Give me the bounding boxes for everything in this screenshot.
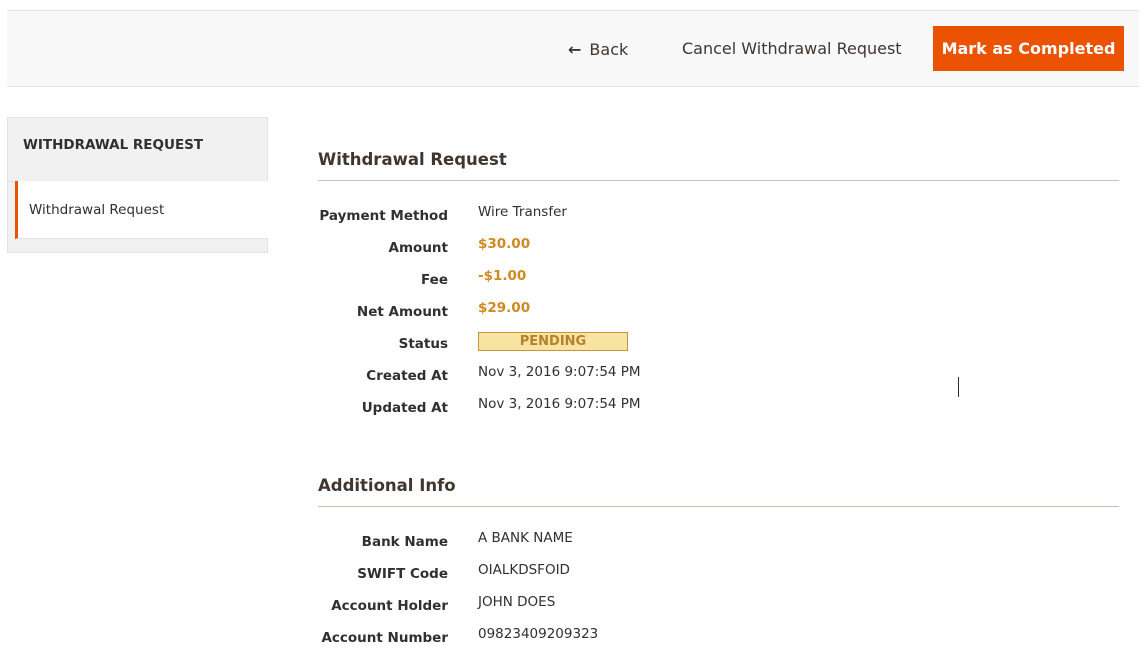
sidebar-title: WITHDRAWAL REQUEST bbox=[8, 118, 267, 182]
info-label: Net Amount bbox=[356, 304, 448, 320]
info-label: Account Number bbox=[321, 630, 448, 646]
info-value: OIALKDSFOID bbox=[478, 562, 570, 578]
mark-as-completed-button[interactable]: Mark as Completed bbox=[933, 26, 1124, 71]
info-value: Nov 3, 2016 9:07:54 PM bbox=[478, 396, 641, 412]
additional-info-section: Additional Info Bank Name A BANK NAME SW… bbox=[318, 476, 1119, 658]
info-row-bank-name: Bank Name A BANK NAME bbox=[318, 530, 1119, 562]
info-row-account-number: Account Number 09823409209323 bbox=[318, 626, 1119, 658]
status-badge: PENDING bbox=[478, 332, 628, 351]
section-title: Additional Info bbox=[318, 476, 1119, 507]
info-label: Amount bbox=[388, 240, 448, 256]
info-label: Account Holder bbox=[331, 598, 448, 614]
sidebar-item-withdrawal-request[interactable]: Withdrawal Request bbox=[15, 181, 268, 239]
info-value: Wire Transfer bbox=[478, 204, 567, 220]
net-amount-value: $29.00 bbox=[478, 300, 531, 316]
info-row-net-amount: Net Amount $29.00 bbox=[318, 300, 1119, 332]
info-label: Created At bbox=[366, 368, 448, 384]
text-cursor-icon bbox=[958, 377, 959, 397]
back-label: Back bbox=[589, 39, 629, 59]
info-value: 09823409209323 bbox=[478, 626, 599, 642]
additional-info-table: Bank Name A BANK NAME SWIFT Code OIALKDS… bbox=[318, 530, 1119, 658]
info-row-fee: Fee -$1.00 bbox=[318, 268, 1119, 300]
info-label: SWIFT Code bbox=[357, 566, 448, 582]
withdrawal-info-table: Payment Method Wire Transfer Amount $30.… bbox=[318, 204, 1119, 428]
info-label: Status bbox=[398, 336, 448, 352]
page-actions-bar: ← Back Cancel Withdrawal Request Mark as… bbox=[7, 10, 1139, 87]
info-label: Bank Name bbox=[361, 534, 448, 550]
info-row-updated-at: Updated At Nov 3, 2016 9:07:54 PM bbox=[318, 396, 1119, 428]
arrow-left-icon: ← bbox=[568, 39, 582, 59]
info-value: Nov 3, 2016 9:07:54 PM bbox=[478, 364, 641, 380]
fee-value: -$1.00 bbox=[478, 268, 527, 284]
info-value: JOHN DOES bbox=[478, 594, 556, 610]
info-row-swift-code: SWIFT Code OIALKDSFOID bbox=[318, 562, 1119, 594]
amount-value: $30.00 bbox=[478, 236, 531, 252]
section-title: Withdrawal Request bbox=[318, 150, 1119, 181]
info-row-payment-method: Payment Method Wire Transfer bbox=[318, 204, 1119, 236]
info-value: A BANK NAME bbox=[478, 530, 573, 546]
info-label: Payment Method bbox=[319, 208, 448, 224]
cancel-withdrawal-button[interactable]: Cancel Withdrawal Request bbox=[682, 37, 902, 61]
info-value: PENDING bbox=[478, 332, 628, 364]
info-row-created-at: Created At Nov 3, 2016 9:07:54 PM bbox=[318, 364, 1119, 396]
back-button[interactable]: ← Back bbox=[568, 37, 628, 61]
info-label: Fee bbox=[421, 272, 448, 288]
info-row-account-holder: Account Holder JOHN DOES bbox=[318, 594, 1119, 626]
info-row-amount: Amount $30.00 bbox=[318, 236, 1119, 268]
withdrawal-request-section: Withdrawal Request Payment Method Wire T… bbox=[318, 150, 1119, 428]
sidebar: WITHDRAWAL REQUEST Withdrawal Request bbox=[7, 117, 268, 253]
info-label: Updated At bbox=[361, 400, 448, 416]
info-row-status: Status PENDING bbox=[318, 332, 1119, 364]
